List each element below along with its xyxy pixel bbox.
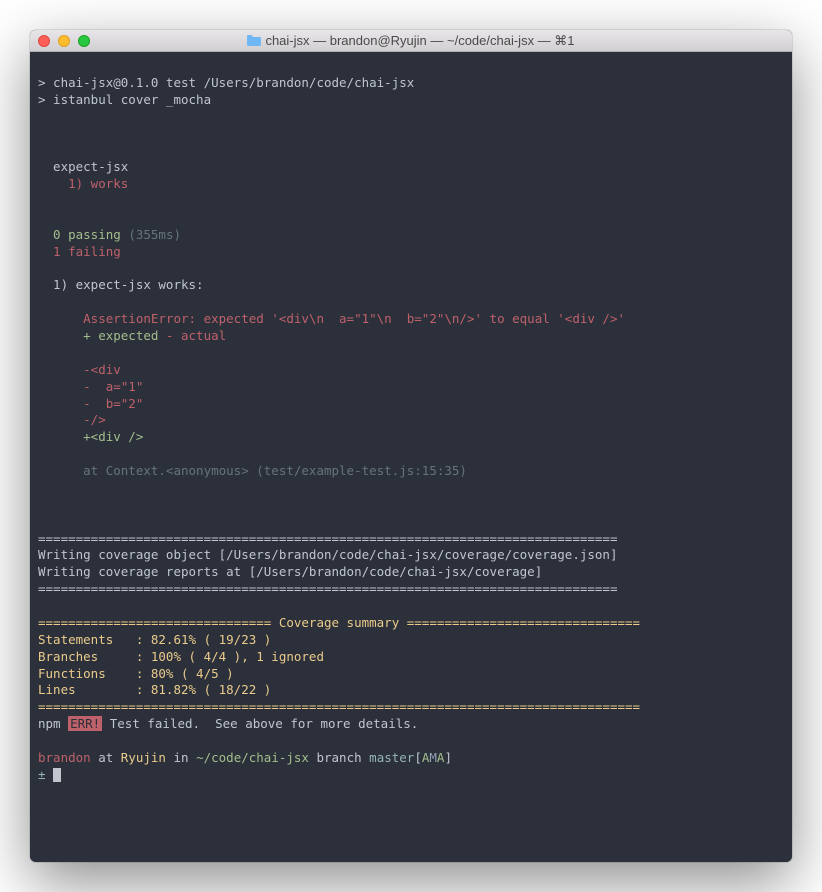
- coverage-line: Writing coverage reports at [/Users/bran…: [38, 564, 542, 579]
- window-title: chai-jsx — brandon@Ryujin — ~/code/chai-…: [30, 33, 792, 49]
- coverage-summary-header: =============================== Coverage…: [38, 615, 640, 630]
- cursor-icon: [53, 768, 61, 782]
- diff-line: -/>: [38, 412, 106, 427]
- npm-err-badge: ERR!: [68, 716, 102, 731]
- passing-time: (355ms): [121, 227, 181, 242]
- terminal-window: chai-jsx — brandon@Ryujin — ~/code/chai-…: [30, 30, 792, 862]
- passing-count: 0 passing: [38, 227, 121, 242]
- diff-line: +<div />: [38, 429, 143, 444]
- close-icon[interactable]: [38, 35, 50, 47]
- separator: ========================================…: [38, 581, 617, 596]
- coverage-lines: Lines : 81.82% ( 18/22 ): [38, 682, 271, 697]
- output-line: > istanbul cover _mocha: [38, 92, 211, 107]
- separator: ========================================…: [38, 699, 640, 714]
- suite-name: expect-jsx: [38, 159, 128, 174]
- coverage-functions: Functions : 80% ( 4/5 ): [38, 666, 234, 681]
- folder-icon: [247, 35, 261, 46]
- output-line: > chai-jsx@0.1.0 test /Users/brandon/cod…: [38, 75, 414, 90]
- titlebar: chai-jsx — brandon@Ryujin — ~/code/chai-…: [30, 30, 792, 52]
- assertion-error: AssertionError: expected '<div\n a="1"\n…: [38, 311, 625, 326]
- prompt-symbol: ±: [38, 767, 53, 782]
- prompt-user: brandon: [38, 750, 91, 765]
- zoom-icon[interactable]: [78, 35, 90, 47]
- coverage-statements: Statements : 82.61% ( 19/23 ): [38, 632, 271, 647]
- npm-message: Test failed. See above for more details.: [102, 716, 418, 731]
- prompt-host: Ryujin: [121, 750, 166, 765]
- prompt-at: at: [91, 750, 121, 765]
- npm-label: npm: [38, 716, 68, 731]
- traffic-lights: [38, 35, 90, 47]
- diff-line: -<div: [38, 362, 121, 377]
- prompt-in: in: [166, 750, 196, 765]
- failure-header: 1) expect-jsx works:: [38, 277, 204, 292]
- diff-expected-label: + expected: [38, 328, 158, 343]
- separator: ========================================…: [38, 531, 617, 546]
- prompt-flag: M: [429, 750, 437, 765]
- diff-line: - b="2": [38, 396, 143, 411]
- stack-trace: at Context.<anonymous> (test/example-tes…: [38, 463, 467, 478]
- failing-test: 1) works: [38, 176, 128, 191]
- prompt-branch-label: branch: [309, 750, 369, 765]
- prompt-path: ~/code/chai-jsx: [196, 750, 309, 765]
- terminal-body[interactable]: > chai-jsx@0.1.0 test /Users/brandon/cod…: [30, 52, 792, 862]
- diff-actual-label: - actual: [158, 328, 226, 343]
- window-title-text: chai-jsx — brandon@Ryujin — ~/code/chai-…: [265, 33, 574, 49]
- failing-count: 1 failing: [38, 244, 121, 259]
- coverage-line: Writing coverage object [/Users/brandon/…: [38, 547, 617, 562]
- prompt-flags-open: [: [414, 750, 422, 765]
- prompt-flags-close: ]: [444, 750, 452, 765]
- coverage-branches: Branches : 100% ( 4/4 ), 1 ignored: [38, 649, 324, 664]
- prompt-branch: master: [369, 750, 414, 765]
- diff-line: - a="1": [38, 379, 143, 394]
- minimize-icon[interactable]: [58, 35, 70, 47]
